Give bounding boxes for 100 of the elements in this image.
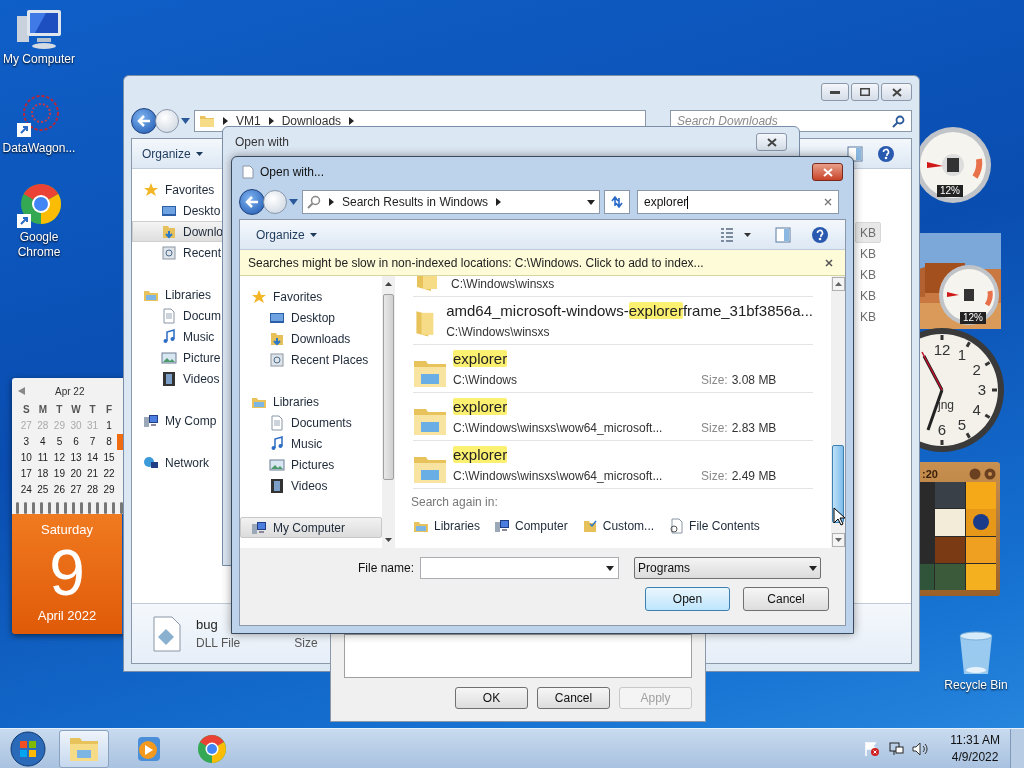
calendar-day[interactable]: 29 <box>100 482 118 498</box>
search-result-row[interactable]: explorer C:\Windows\winsxs\wow64_microsoft... Size: 2.49 MB <box>413 441 813 489</box>
calendar-day[interactable]: 17 <box>18 466 35 482</box>
nav-item[interactable]: Music <box>240 433 382 454</box>
help-icon <box>877 144 895 163</box>
clock-label: jng <box>938 397 954 414</box>
file-type-dropdown[interactable]: Programs <box>634 557 822 579</box>
calendar-day[interactable]: 1 <box>100 418 118 434</box>
weekday-label: W <box>70 403 82 417</box>
breadcrumb-arrow-icon <box>349 117 355 125</box>
open-button[interactable]: Open <box>645 587 730 611</box>
nav-item[interactable]: Videos <box>240 475 382 496</box>
computer-icon <box>15 8 63 52</box>
file-type: DLL File <box>196 634 241 652</box>
field-label: File name: <box>358 560 415 577</box>
calendar-day[interactable]: 24 <box>18 482 35 498</box>
minimize-icon <box>830 90 840 94</box>
breadcrumb-item[interactable]: Search Results in Windows <box>342 193 489 211</box>
breadcrumb-item[interactable]: VM1 <box>236 112 261 130</box>
calendar-day[interactable]: 4 <box>34 434 52 450</box>
film-icon <box>161 370 177 387</box>
clock-numeral: 4 <box>972 402 981 418</box>
calendar-day[interactable]: 21 <box>84 466 101 482</box>
dialog-button[interactable]: OK <box>455 687 528 709</box>
close-button[interactable] <box>812 163 843 181</box>
search-location-link[interactable]: Computer <box>494 517 568 535</box>
cancel-button[interactable]: Cancel <box>743 587 829 611</box>
start-button[interactable] <box>7 730 49 767</box>
calendar-weekday: Saturday <box>39 521 94 539</box>
search-location-link[interactable]: File Contents <box>668 517 760 535</box>
size-cell-text: KB <box>859 246 877 263</box>
result-path: C:\Windows\winsxs <box>446 324 551 341</box>
desktop-icon-label[interactable]: My Computer <box>1 52 77 67</box>
search-location-link[interactable]: Libraries <box>413 517 481 535</box>
downloads-folder-icon <box>161 223 177 240</box>
breadcrumb-arrow-icon <box>329 198 334 206</box>
desktop-icon-label[interactable]: Recycle Bin <box>944 676 1008 694</box>
search-result-row[interactable]: explorer C:\Windows\winsxs\wow64_microsoft... Size: 2.83 MB <box>413 393 813 441</box>
calendar-day[interactable]: 6 <box>67 434 85 450</box>
breadcrumb-item[interactable]: Downloads <box>281 112 342 130</box>
calendar-day[interactable]: 19 <box>51 466 68 482</box>
calendar-day[interactable]: 27 <box>67 482 85 498</box>
calendar-day[interactable]: 15 <box>100 450 118 466</box>
calendar-day[interactable]: 11 <box>34 450 52 466</box>
star-icon <box>143 181 159 198</box>
recent-places-icon <box>161 244 177 261</box>
calendar-day[interactable]: 22 <box>100 466 118 482</box>
scroll-down-icon <box>834 538 842 542</box>
folder-check-icon <box>581 518 598 534</box>
close-button[interactable] <box>881 83 912 101</box>
calendar-day[interactable]: 8 <box>100 434 118 450</box>
document-icon <box>269 414 285 431</box>
search-icon <box>307 195 321 209</box>
address-bar[interactable]: Search Results in Windows <box>302 190 600 214</box>
organize-button[interactable]: Organize <box>256 225 317 244</box>
nav-item[interactable]: Favorites <box>132 179 252 200</box>
dialog-button[interactable]: Cancel <box>537 687 610 709</box>
size-label: Size: <box>701 372 728 389</box>
nav-item[interactable]: Videos <box>132 368 252 389</box>
computer-icon <box>251 519 267 536</box>
file-name-field[interactable] <box>420 557 620 579</box>
search-field[interactable]: explorer <box>637 190 839 214</box>
search-location-link[interactable]: Custom... <box>581 517 655 535</box>
info-bar[interactable]: Searches might be slow in non-indexed locations: C:\Windows. Click to add to index... <box>240 250 845 276</box>
close-button[interactable] <box>756 133 787 151</box>
nav-item[interactable]: Deskto <box>132 200 252 221</box>
calendar-day[interactable]: 13 <box>67 450 85 466</box>
calendar-day[interactable]: 25 <box>34 482 52 498</box>
calendar-day[interactable]: 7 <box>84 434 101 450</box>
back-button[interactable] <box>131 108 157 134</box>
search-result-row[interactable]: C:\Windows\winsxs <box>413 276 813 297</box>
size-value: 3.08 MB <box>731 372 777 389</box>
desktop-icon-label[interactable]: DataWagon... <box>1 141 77 156</box>
calendar-day[interactable]: 18 <box>34 466 52 482</box>
window-title: Open with <box>235 134 290 151</box>
calendar-day[interactable]: 10 <box>18 450 35 466</box>
desktop-icon-label[interactable]: Google Chrome <box>1 230 77 260</box>
calendar-day[interactable]: 26 <box>51 482 68 498</box>
close-icon <box>891 87 902 97</box>
calendar-day[interactable]: 28 <box>84 482 101 498</box>
maximize-button[interactable] <box>851 83 879 101</box>
calendar-day[interactable]: 3 <box>18 434 35 450</box>
calendar-day[interactable]: 14 <box>84 450 101 466</box>
preview-pane-icon <box>847 145 863 162</box>
calendar-day[interactable]: 12 <box>51 450 68 466</box>
clock-date: 4/9/2022 <box>951 748 999 766</box>
scrollbar-thumb[interactable] <box>383 294 394 480</box>
nav-item[interactable]: Libraries <box>240 391 382 412</box>
back-button[interactable] <box>239 189 265 215</box>
minimize-button[interactable] <box>821 83 849 101</box>
refresh-button[interactable] <box>604 190 630 214</box>
organize-button[interactable]: Organize <box>142 144 203 163</box>
help-icon <box>811 225 829 244</box>
caret-icon <box>309 232 317 237</box>
calendar-day[interactable]: 5 <box>51 434 68 450</box>
search-result-row[interactable]: explorer C:\Windows Size: 3.08 MB <box>413 345 813 393</box>
nav-item[interactable]: My Computer <box>240 517 382 538</box>
restore-icon <box>860 88 870 96</box>
calendar-day[interactable]: 20 <box>67 466 85 482</box>
chrome-icon <box>197 733 227 764</box>
